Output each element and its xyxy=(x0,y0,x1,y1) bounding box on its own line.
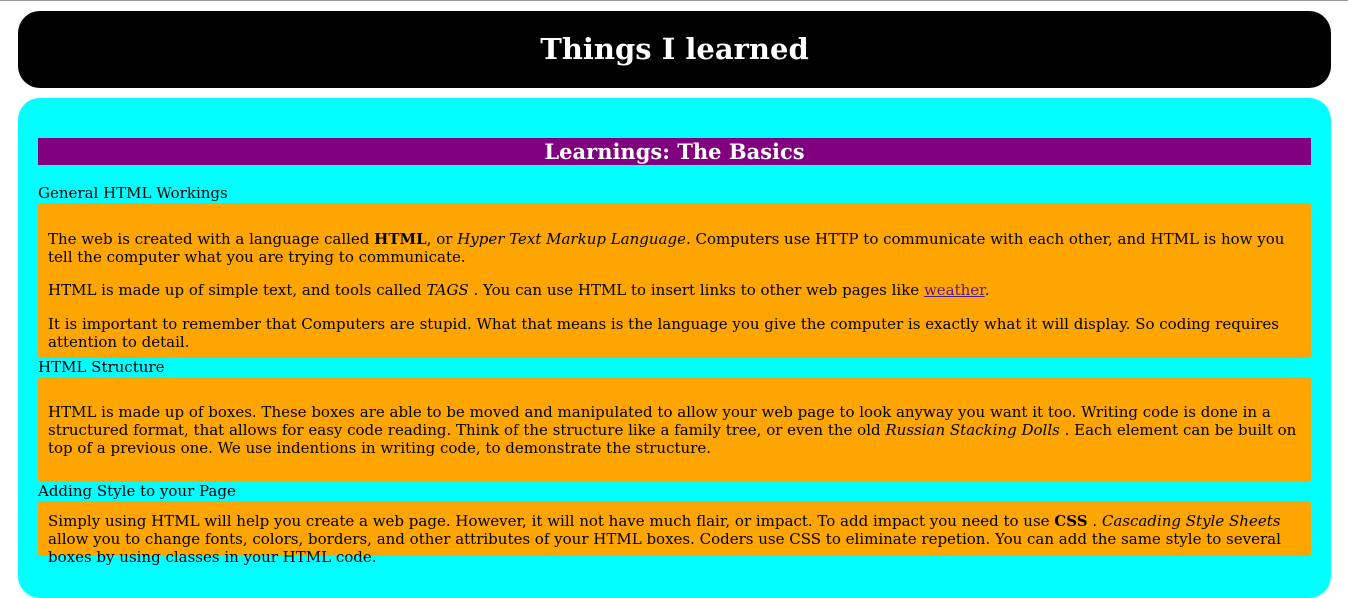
section-header: Learnings: The Basics xyxy=(38,138,1311,165)
text: . xyxy=(984,281,990,299)
bold-term: HTML xyxy=(374,230,427,248)
text: Simply using HTML will help you create a… xyxy=(48,512,1055,530)
bold-term: CSS xyxy=(1054,512,1088,530)
text: . You can use HTML to insert links to ot… xyxy=(468,281,924,299)
content-box-html-structure: HTML is made up of boxes. These boxes ar… xyxy=(38,377,1311,482)
main-content: Learnings: The Basics General HTML Worki… xyxy=(18,98,1331,598)
topic-title-general-html: General HTML Workings xyxy=(38,184,228,202)
page-title: Things I learned xyxy=(540,32,809,66)
text: The web is created with a language calle… xyxy=(48,230,375,248)
italic-term: Cascading Style Sheets xyxy=(1101,512,1281,530)
content-box-general-html: The web is created with a language calle… xyxy=(38,203,1311,358)
topic-title-html-structure: HTML Structure xyxy=(38,358,165,376)
text: . xyxy=(1087,512,1102,530)
topic-title-adding-style: Adding Style to your Page xyxy=(38,482,236,500)
italic-term: Hyper Text Markup Language xyxy=(457,230,686,248)
paragraph: HTML is made up of simple text, and tool… xyxy=(48,281,1299,299)
page-header: Things I learned xyxy=(18,11,1331,88)
top-rule xyxy=(0,0,1348,1)
paragraph: HTML is made up of boxes. These boxes ar… xyxy=(48,403,1299,457)
italic-term: Russian Stacking Dolls xyxy=(885,421,1060,439)
paragraph: The web is created with a language calle… xyxy=(48,230,1299,266)
text: HTML is made up of simple text, and tool… xyxy=(48,281,427,299)
italic-term: TAGS xyxy=(426,281,469,299)
paragraph: It is important to remember that Compute… xyxy=(48,315,1279,351)
text: allow you to change fonts, colors, borde… xyxy=(48,530,1281,566)
text: , or xyxy=(426,230,458,248)
weather-link[interactable]: weather xyxy=(924,281,985,299)
content-box-adding-style: Simply using HTML will help you create a… xyxy=(38,501,1311,566)
paragraph: Simply using HTML will help you create a… xyxy=(48,512,1299,566)
